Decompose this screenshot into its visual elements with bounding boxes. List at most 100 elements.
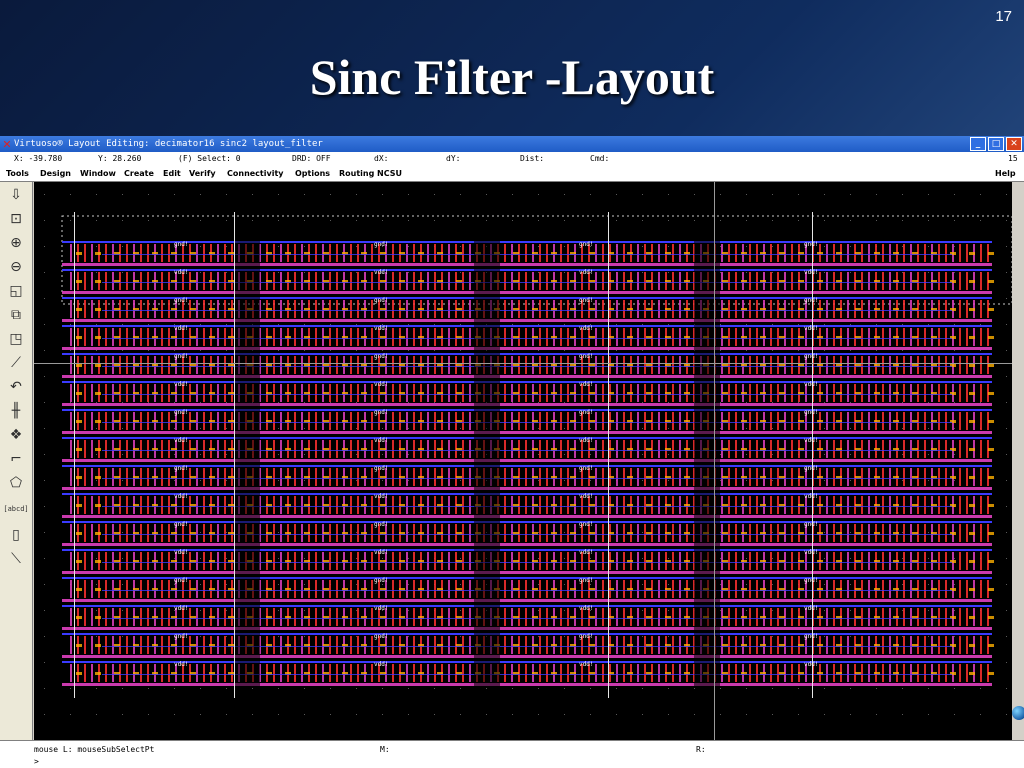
slide-number: 17 [995, 8, 1012, 25]
svg-text:vdd!: vdd! [579, 549, 593, 556]
svg-text:vdd!: vdd! [374, 381, 388, 388]
undo-icon[interactable]: ↶ [4, 376, 28, 398]
svg-text:vdd!: vdd! [804, 493, 818, 500]
path-icon[interactable]: ⌐ [4, 448, 28, 470]
menu-routing[interactable]: Routing [339, 169, 374, 178]
svg-text:vdd!: vdd! [804, 269, 818, 276]
stretch-icon[interactable]: ◱ [4, 280, 28, 302]
maximize-button[interactable]: □ [988, 137, 1004, 151]
svg-text:gnd!: gnd! [579, 633, 593, 640]
svg-text:gnd!: gnd! [174, 521, 188, 528]
ruler-icon[interactable]: ⟍ [4, 548, 28, 570]
minimize-button[interactable]: _ [970, 137, 986, 151]
svg-text:vdd!: vdd! [374, 605, 388, 612]
svg-text:vdd!: vdd! [374, 437, 388, 444]
app-close-icon[interactable]: ✕ [0, 138, 14, 151]
svg-text:vdd!: vdd! [804, 325, 818, 332]
svg-text:gnd!: gnd! [374, 633, 388, 640]
menu-edit[interactable]: Edit [163, 169, 181, 178]
svg-text:vdd!: vdd! [174, 549, 188, 556]
svg-text:gnd!: gnd! [374, 577, 388, 584]
save-icon[interactable]: ⇩ [4, 184, 28, 206]
command-bar: mouse L: mouseSubSelectPt M: R: > [0, 740, 1024, 768]
mouse-r-binding: R: [696, 745, 706, 754]
menu-bar: Tools Design Window Create Edit Verify C… [0, 166, 1024, 182]
menu-help[interactable]: Help [995, 169, 1016, 178]
svg-text:vdd!: vdd! [579, 493, 593, 500]
svg-text:vdd!: vdd! [374, 493, 388, 500]
polygon-icon[interactable]: ⬠ [4, 472, 28, 494]
svg-text:vdd!: vdd! [174, 381, 188, 388]
mouse-m-binding: M: [380, 745, 390, 754]
cmd-value: Cmd: [590, 154, 610, 163]
svg-text:vdd!: vdd! [174, 605, 188, 612]
svg-text:gnd!: gnd! [804, 633, 818, 640]
svg-text:gnd!: gnd! [804, 521, 818, 528]
globe-icon [1012, 706, 1024, 720]
window-number: 15 [1008, 154, 1018, 163]
svg-text:gnd!: gnd! [174, 353, 188, 360]
dx-value: dX: [374, 154, 389, 163]
menu-design[interactable]: Design [40, 169, 71, 178]
svg-text:vdd!: vdd! [174, 661, 188, 668]
svg-text:vdd!: vdd! [804, 549, 818, 556]
move-icon[interactable]: ◳ [4, 328, 28, 350]
menu-connectivity[interactable]: Connectivity [227, 169, 284, 178]
menu-options[interactable]: Options [295, 169, 330, 178]
svg-text:gnd!: gnd! [374, 465, 388, 472]
svg-text:vdd!: vdd! [579, 381, 593, 388]
menu-ncsu[interactable]: NCSU [377, 169, 402, 178]
svg-text:vdd!: vdd! [579, 325, 593, 332]
svg-text:gnd!: gnd! [579, 409, 593, 416]
svg-text:vdd!: vdd! [579, 437, 593, 444]
svg-text:vdd!: vdd! [374, 549, 388, 556]
svg-text:gnd!: gnd! [579, 465, 593, 472]
label-icon[interactable]: [abcd] [3, 498, 28, 520]
menu-verify[interactable]: Verify [189, 169, 216, 178]
property-icon[interactable]: ╫ [4, 400, 28, 422]
window-titlebar[interactable]: ✕ Virtuoso® Layout Editing: decimator16 … [0, 136, 1024, 152]
svg-text:vdd!: vdd! [579, 269, 593, 276]
rectangle-icon[interactable]: ▯ [4, 524, 28, 546]
svg-text:gnd!: gnd! [174, 241, 188, 248]
svg-text:gnd!: gnd! [804, 577, 818, 584]
instance-icon[interactable]: ❖ [4, 424, 28, 446]
close-button[interactable]: ✕ [1006, 137, 1022, 151]
svg-text:gnd!: gnd! [174, 633, 188, 640]
svg-text:gnd!: gnd! [579, 353, 593, 360]
menu-window[interactable]: Window [80, 169, 116, 178]
svg-text:vdd!: vdd! [804, 381, 818, 388]
menu-create[interactable]: Create [124, 169, 154, 178]
copy-icon[interactable]: ⧉ [4, 304, 28, 326]
layout-drawing[interactable]: gnd! vdd! gnd! vdd! gnd! vdd! gnd! vdd! gnd! vdd!… [34, 182, 1012, 740]
vertical-scrollbar[interactable] [1012, 182, 1024, 740]
zoom-in-icon[interactable]: ⊕ [4, 232, 28, 254]
svg-text:gnd!: gnd! [579, 241, 593, 248]
slide-title: Sinc Filter -Layout [309, 49, 715, 105]
y-coordinate: Y: 28.260 [98, 154, 142, 163]
coordinate-status-bar: X: -39.780 Y: 28.260 (F) Select: 0 DRD: … [0, 152, 1024, 166]
svg-text:vdd!: vdd! [174, 325, 188, 332]
svg-text:gnd!: gnd! [579, 521, 593, 528]
drd-status: DRD: OFF [292, 154, 331, 163]
svg-text:gnd!: gnd! [804, 353, 818, 360]
zoom-out-icon[interactable]: ⊖ [4, 256, 28, 278]
svg-text:gnd!: gnd! [174, 577, 188, 584]
window-title: Virtuoso® Layout Editing: decimator16 si… [14, 139, 323, 149]
mouse-l-binding: mouse L: mouseSubSelectPt [34, 745, 155, 754]
svg-text:vdd!: vdd! [174, 437, 188, 444]
svg-text:vdd!: vdd! [804, 437, 818, 444]
layout-canvas[interactable]: gnd! vdd! gnd! vdd! gnd! vdd! gnd! vdd! gnd! vdd!… [34, 182, 1012, 740]
menu-tools[interactable]: Tools [6, 169, 29, 178]
svg-text:gnd!: gnd! [374, 241, 388, 248]
dy-value: dY: [446, 154, 461, 163]
virtuoso-window: ✕ Virtuoso® Layout Editing: decimator16 … [0, 136, 1024, 768]
select-count: (F) Select: 0 [178, 154, 241, 163]
command-prompt[interactable]: > [34, 757, 39, 766]
svg-text:gnd!: gnd! [579, 577, 593, 584]
zoom-fit-icon[interactable]: ⊡ [4, 208, 28, 230]
svg-text:gnd!: gnd! [579, 297, 593, 304]
delete-icon[interactable]: ⟋ [4, 352, 28, 374]
svg-text:gnd!: gnd! [174, 297, 188, 304]
svg-text:vdd!: vdd! [374, 661, 388, 668]
